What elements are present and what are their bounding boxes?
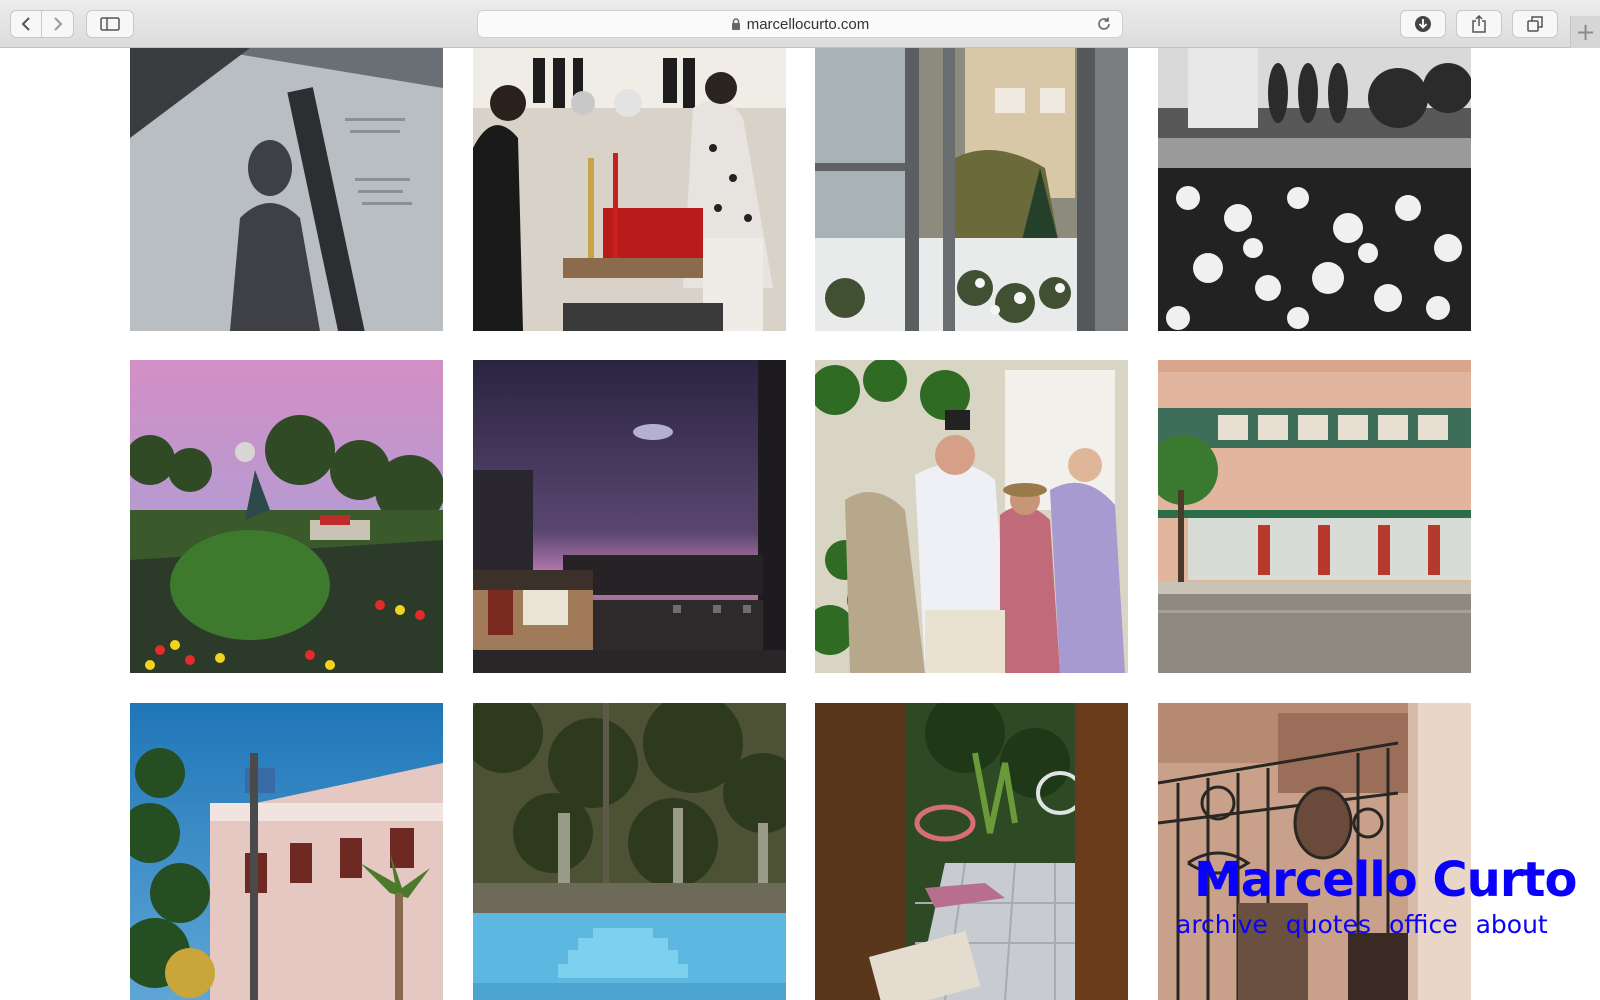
nav-link-about[interactable]: about bbox=[1476, 912, 1548, 937]
tabs-icon bbox=[1527, 16, 1543, 32]
download-icon bbox=[1415, 16, 1431, 32]
share-icon bbox=[1472, 15, 1486, 33]
site-title[interactable]: Marcello Curto bbox=[1194, 856, 1577, 904]
photo-purple-sky-rooftops[interactable] bbox=[473, 360, 786, 673]
photo-shadow-on-wall[interactable] bbox=[130, 48, 443, 331]
back-button[interactable] bbox=[10, 10, 42, 38]
chevron-left-icon bbox=[21, 17, 30, 31]
nav-link-archive[interactable]: archive bbox=[1176, 912, 1268, 937]
tab-overview-button[interactable] bbox=[1512, 10, 1558, 38]
photo-park-fountain-sunset[interactable] bbox=[130, 360, 443, 673]
nav-link-quotes[interactable]: quotes bbox=[1286, 912, 1371, 937]
new-tab-button[interactable]: + bbox=[1570, 16, 1600, 48]
photo-empty-pool[interactable] bbox=[473, 703, 786, 1000]
photo-tourists-doorway[interactable] bbox=[815, 360, 1128, 673]
chevron-right-icon bbox=[53, 17, 62, 31]
downloads-button[interactable] bbox=[1400, 10, 1446, 38]
sidebar-icon bbox=[100, 17, 120, 31]
reload-icon[interactable] bbox=[1096, 16, 1112, 36]
site-nav: archive quotes office about bbox=[1176, 912, 1548, 937]
photo-shop-interior[interactable] bbox=[473, 48, 786, 331]
lock-icon bbox=[731, 18, 741, 30]
address-bar[interactable]: marcellocurto.com bbox=[477, 10, 1123, 38]
browser-toolbar: marcellocurto.com + bbox=[0, 0, 1600, 48]
photo-window-garden[interactable] bbox=[815, 48, 1128, 331]
forward-button[interactable] bbox=[42, 10, 74, 38]
plus-icon: + bbox=[1575, 18, 1596, 46]
share-button[interactable] bbox=[1456, 10, 1502, 38]
photo-pink-building-street[interactable] bbox=[1158, 360, 1471, 673]
nav-link-office[interactable]: office bbox=[1389, 912, 1458, 937]
photo-white-flowers-bw[interactable] bbox=[1158, 48, 1471, 331]
photo-pink-mansion-palms[interactable] bbox=[130, 703, 443, 1000]
sidebar-toggle-button[interactable] bbox=[86, 10, 134, 38]
photo-door-terrace-chairs[interactable] bbox=[815, 703, 1128, 1000]
url-text: marcellocurto.com bbox=[746, 15, 870, 33]
